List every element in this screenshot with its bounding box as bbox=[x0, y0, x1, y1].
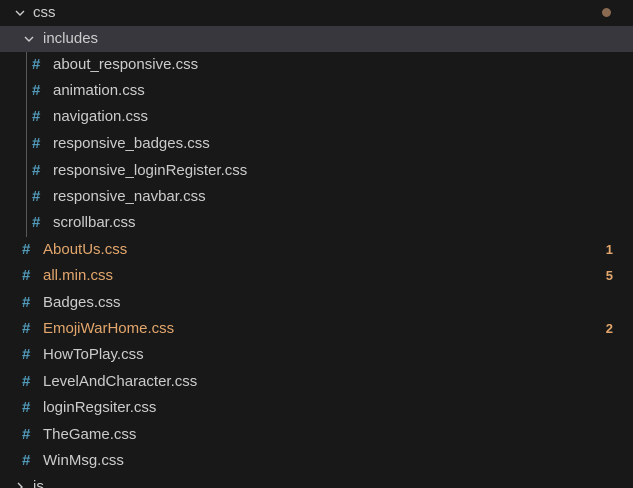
css-file-icon: # bbox=[22, 241, 31, 258]
file-label: navigation.css bbox=[53, 108, 149, 125]
folder-label: css bbox=[33, 4, 56, 21]
file-item[interactable]: # WinMsg.css bbox=[0, 448, 633, 474]
css-file-icon: # bbox=[22, 346, 31, 363]
problem-count-badge: 1 bbox=[605, 242, 613, 257]
file-item[interactable]: # responsive_loginRegister.css bbox=[0, 158, 633, 184]
css-file-icon: # bbox=[22, 452, 31, 469]
file-label: responsive_loginRegister.css bbox=[53, 162, 248, 179]
file-item[interactable]: # navigation.css bbox=[0, 104, 633, 130]
file-item[interactable]: # about_responsive.css bbox=[0, 52, 633, 78]
folder-includes[interactable]: includes bbox=[0, 26, 633, 52]
file-label: AboutUs.css bbox=[43, 241, 128, 258]
chevron-down-icon[interactable] bbox=[21, 26, 37, 52]
file-label: all.min.css bbox=[43, 267, 114, 284]
file-label: about_responsive.css bbox=[53, 56, 199, 73]
file-label: EmojiWarHome.css bbox=[43, 320, 175, 337]
file-item[interactable]: # TheGame.css bbox=[0, 422, 633, 448]
file-explorer: css includes # about_responsive.css # an… bbox=[0, 0, 633, 488]
css-file-icon: # bbox=[32, 82, 41, 99]
file-item[interactable]: # responsive_navbar.css bbox=[0, 184, 633, 210]
file-item[interactable]: # Badges.css bbox=[0, 290, 633, 316]
css-file-icon: # bbox=[32, 135, 41, 152]
file-item[interactable]: # responsive_badges.css bbox=[0, 131, 633, 157]
file-label: scrollbar.css bbox=[53, 214, 136, 231]
folder-label: js bbox=[33, 478, 44, 488]
file-item[interactable]: # scrollbar.css bbox=[0, 210, 633, 236]
file-label: animation.css bbox=[53, 82, 145, 99]
folder-css[interactable]: css bbox=[0, 0, 633, 26]
file-label: TheGame.css bbox=[43, 426, 137, 443]
folder-js[interactable]: js bbox=[0, 474, 633, 488]
problem-count-badge: 5 bbox=[605, 268, 613, 283]
css-file-icon: # bbox=[32, 188, 41, 205]
css-file-icon: # bbox=[32, 214, 41, 231]
file-item[interactable]: # EmojiWarHome.css 2 bbox=[0, 316, 633, 342]
problem-count-badge: 2 bbox=[605, 321, 613, 336]
css-file-icon: # bbox=[22, 320, 31, 337]
file-item[interactable]: # AboutUs.css 1 bbox=[0, 237, 633, 263]
chevron-right-icon[interactable] bbox=[12, 474, 28, 488]
css-file-icon: # bbox=[22, 426, 31, 443]
modified-dot-icon bbox=[602, 8, 611, 17]
css-file-icon: # bbox=[22, 294, 31, 311]
file-label: Badges.css bbox=[43, 294, 121, 311]
file-item[interactable]: # HowToPlay.css bbox=[0, 342, 633, 368]
file-label: responsive_badges.css bbox=[53, 135, 210, 152]
folder-label: includes bbox=[43, 30, 99, 47]
css-file-icon: # bbox=[32, 56, 41, 73]
css-file-icon: # bbox=[22, 399, 31, 416]
css-file-icon: # bbox=[32, 162, 41, 179]
file-item[interactable]: # LevelAndCharacter.css bbox=[0, 369, 633, 395]
css-file-icon: # bbox=[22, 373, 31, 390]
css-file-icon: # bbox=[32, 108, 41, 125]
chevron-down-icon[interactable] bbox=[12, 0, 28, 26]
file-label: responsive_navbar.css bbox=[53, 188, 206, 205]
file-item[interactable]: # loginRegsiter.css bbox=[0, 395, 633, 421]
file-label: loginRegsiter.css bbox=[43, 399, 157, 416]
file-label: WinMsg.css bbox=[43, 452, 124, 469]
css-file-icon: # bbox=[22, 267, 31, 284]
file-item[interactable]: # animation.css bbox=[0, 78, 633, 104]
file-label: HowToPlay.css bbox=[43, 346, 144, 363]
file-label: LevelAndCharacter.css bbox=[43, 373, 198, 390]
file-item[interactable]: # all.min.css 5 bbox=[0, 263, 633, 289]
